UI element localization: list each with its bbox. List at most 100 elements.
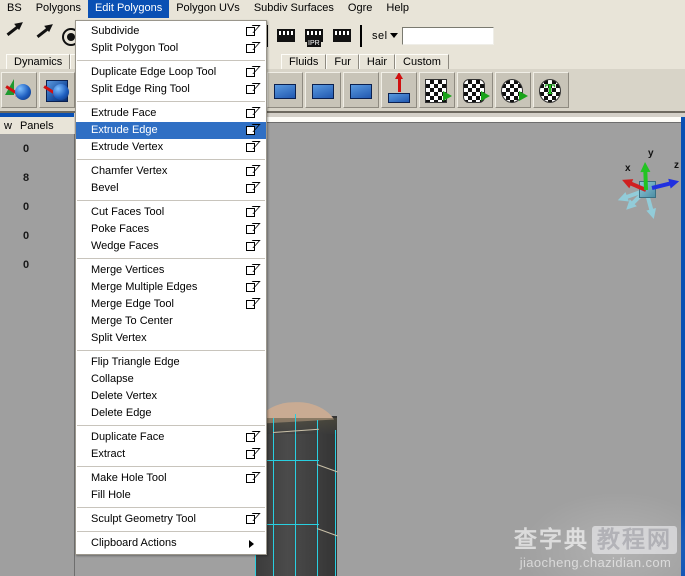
menu-item-polygon-uvs[interactable]: Polygon UVs (169, 0, 247, 18)
render-globals-icon[interactable] (329, 23, 355, 49)
texture-plane-icon[interactable] (419, 72, 455, 108)
option-box-icon[interactable] (246, 85, 255, 94)
menu-item-polygons[interactable]: Polygons (29, 0, 88, 18)
menu-item-delete-edge[interactable]: Delete Edge (76, 405, 266, 422)
option-box-icon[interactable] (246, 167, 255, 176)
option-box-icon[interactable] (246, 242, 255, 251)
menu-item-extrude-edge[interactable]: Extrude Edge (76, 122, 266, 139)
poly-face-icon[interactable] (267, 72, 303, 108)
panel-menu-panels[interactable]: Panels (16, 120, 58, 132)
channel-value-row[interactable]: 0 (0, 139, 74, 160)
arrow-select-icon[interactable] (1, 23, 27, 49)
menu-item-merge-edge-tool[interactable]: Merge Edge Tool (76, 296, 266, 313)
menu-item-ogre[interactable]: Ogre (341, 0, 379, 18)
poly-sphere-alt-icon[interactable] (39, 72, 75, 108)
shelf-tab-fluids[interactable]: Fluids (281, 54, 327, 69)
menu-item-subdiv-surfaces[interactable]: Subdiv Surfaces (247, 0, 341, 18)
shelf-tab-dynamics[interactable]: Dynamics (6, 54, 71, 69)
poly-quad-icon[interactable] (343, 72, 379, 108)
render-view-icon[interactable] (273, 23, 299, 49)
option-box-icon[interactable] (246, 450, 255, 459)
menu-item-label: Delete Vertex (91, 390, 158, 402)
menu-item-duplicate-edge-loop-tool[interactable]: Duplicate Edge Loop Tool (76, 64, 266, 81)
menu-item-label: Delete Edge (91, 407, 152, 419)
shelf-tab-custom[interactable]: Custom (395, 54, 449, 69)
poly-mirror-icon[interactable] (381, 72, 417, 108)
watermark-badge-text: 教程网 (592, 526, 677, 554)
menu-item-bs[interactable]: BS (0, 0, 29, 18)
shelf-tab-hair[interactable]: Hair (358, 54, 396, 69)
option-box-icon[interactable] (246, 68, 255, 77)
texture-sphere-icon[interactable] (495, 72, 531, 108)
chevron-down-icon[interactable] (389, 33, 398, 38)
shelf-tab-fur[interactable]: Fur (326, 54, 359, 69)
menu-item-merge-multiple-edges[interactable]: Merge Multiple Edges (76, 279, 266, 296)
menu-item-extrude-face[interactable]: Extrude Face (76, 105, 266, 122)
menu-item-edit-polygons[interactable]: Edit Polygons (87, 0, 170, 18)
menu-separator (77, 350, 265, 351)
option-box-icon[interactable] (246, 225, 255, 234)
option-box-icon[interactable] (246, 474, 255, 483)
poly-triangulate-icon[interactable] (305, 72, 341, 108)
edit-polygons-menu[interactable]: Subdivide Split Polygon Tool Duplicate Edg… (75, 20, 267, 555)
menu-item-label: Bevel (91, 182, 119, 194)
texture-auto-icon[interactable]: T (533, 72, 569, 108)
menu-item-extrude-vertex[interactable]: Extrude Vertex (76, 139, 266, 156)
menu-item-poke-faces[interactable]: Poke Faces (76, 221, 266, 238)
menu-item-label: Cut Faces Tool (91, 206, 165, 218)
menu-item-extract[interactable]: Extract (76, 446, 266, 463)
option-box-icon[interactable] (246, 27, 255, 36)
menu-item-split-edge-ring-tool[interactable]: Split Edge Ring Tool (76, 81, 266, 98)
menu-item-wedge-faces[interactable]: Wedge Faces (76, 238, 266, 255)
axis-z-label: z (674, 160, 679, 171)
menu-item-fill-hole[interactable]: Fill Hole (76, 487, 266, 504)
menu-item-label: Split Vertex (91, 332, 147, 344)
menu-item-split-polygon-tool[interactable]: Split Polygon Tool (76, 40, 266, 57)
channel-value-row[interactable]: 8 (0, 168, 74, 189)
menu-item-label: Fill Hole (91, 489, 131, 501)
menu-item-duplicate-face[interactable]: Duplicate Face (76, 429, 266, 446)
menu-item-bevel[interactable]: Bevel (76, 180, 266, 197)
texture-cylinder-icon[interactable] (457, 72, 493, 108)
menu-item-make-hole-tool[interactable]: Make Hole Tool (76, 470, 266, 487)
menu-separator (77, 200, 265, 201)
menu-item-merge-to-center[interactable]: Merge To Center (76, 313, 266, 330)
option-box-icon[interactable] (246, 300, 255, 309)
menu-item-merge-vertices[interactable]: Merge Vertices (76, 262, 266, 279)
panel-menu-view[interactable]: w (0, 120, 16, 132)
menu-item-label: Extrude Edge (91, 124, 158, 136)
poly-sphere-icon[interactable] (1, 72, 37, 108)
option-box-icon[interactable] (246, 143, 255, 152)
menu-item-help[interactable]: Help (379, 0, 416, 18)
channel-value-row[interactable]: 0 (0, 197, 74, 218)
selection-name-input[interactable] (401, 26, 494, 45)
menu-item-label: Extract (91, 448, 126, 460)
menu-item-split-vertex[interactable]: Split Vertex (76, 330, 266, 347)
option-box-icon[interactable] (246, 433, 255, 442)
menu-item-cut-faces-tool[interactable]: Cut Faces Tool (76, 204, 266, 221)
menu-item-chamfer-vertex[interactable]: Chamfer Vertex (76, 163, 266, 180)
menu-item-subdivide[interactable]: Subdivide (76, 23, 266, 40)
option-box-icon[interactable] (246, 126, 255, 135)
menu-item-sculpt-geometry-tool[interactable]: Sculpt Geometry Tool (76, 511, 266, 528)
ipr-render-icon[interactable]: IPR (301, 23, 327, 49)
option-box-icon[interactable] (246, 109, 255, 118)
menu-item-clipboard-actions[interactable]: Clipboard Actions (76, 535, 266, 552)
option-box-icon[interactable] (246, 283, 255, 292)
option-box-icon[interactable] (246, 184, 255, 193)
channel-value-row[interactable]: 0 (0, 255, 74, 276)
menu-item-flip-triangle-edge[interactable]: Flip Triangle Edge (76, 354, 266, 371)
menu-item-collapse[interactable]: Collapse (76, 371, 266, 388)
polygon-cylinder-mesh[interactable] (255, 402, 338, 576)
lasso-select-icon[interactable] (29, 23, 55, 49)
watermark-main-text: 查字典 (514, 527, 589, 553)
toolbar-separator-3 (360, 24, 362, 47)
menu-item-delete-vertex[interactable]: Delete Vertex (76, 388, 266, 405)
option-box-icon[interactable] (246, 44, 255, 53)
option-box-icon[interactable] (246, 515, 255, 524)
menu-item-label: Clipboard Actions (91, 537, 177, 549)
channel-value-row[interactable]: 0 (0, 226, 74, 247)
menu-item-label: Merge Edge Tool (91, 298, 174, 310)
option-box-icon[interactable] (246, 266, 255, 275)
option-box-icon[interactable] (246, 208, 255, 217)
